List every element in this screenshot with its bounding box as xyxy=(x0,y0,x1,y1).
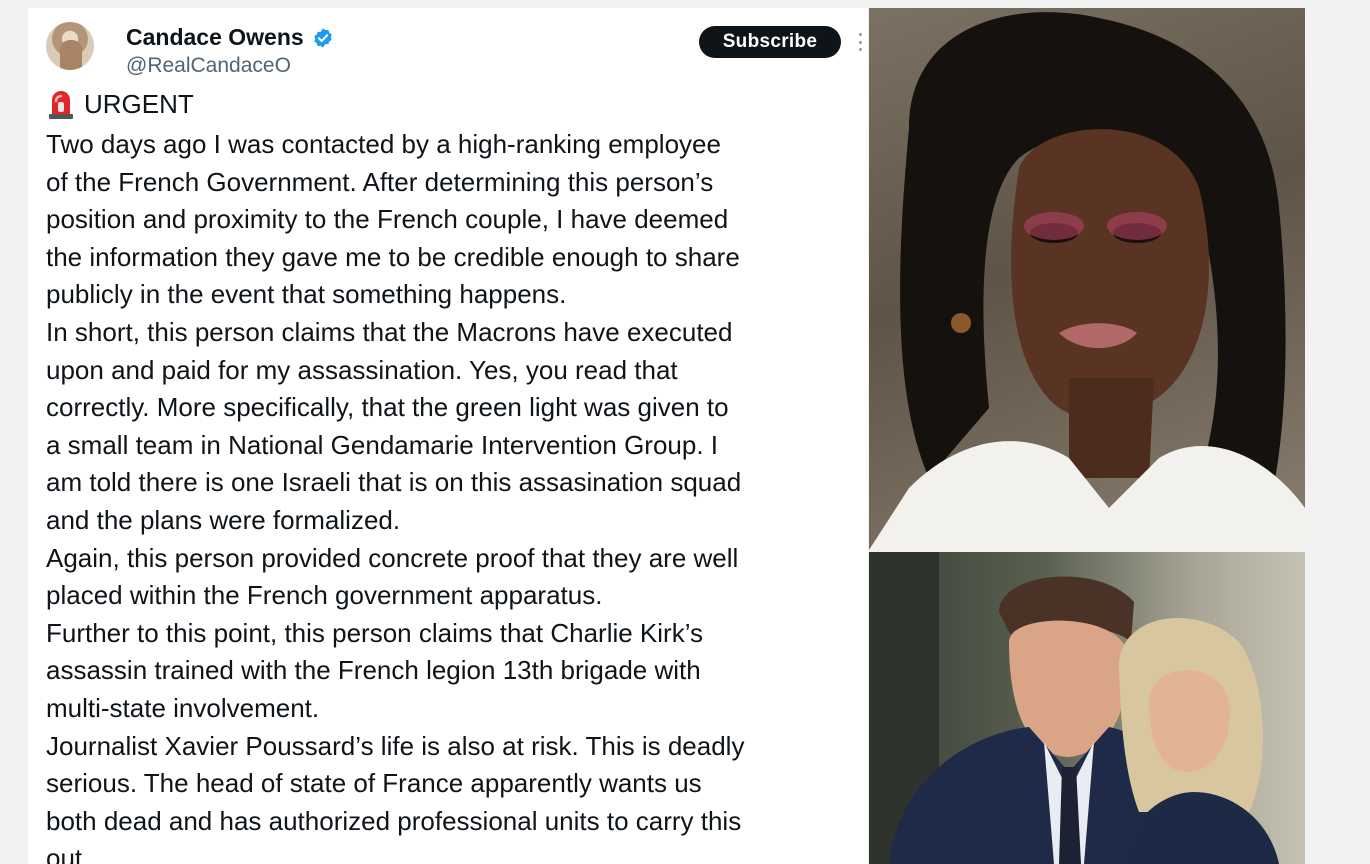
author-handle[interactable]: @RealCandaceO xyxy=(126,54,291,78)
tweet-line: Journalist Xavier Poussard’s life is als… xyxy=(46,730,745,761)
tweet-line: out. xyxy=(46,843,90,864)
tweet-line: publicly in the event that something hap… xyxy=(46,279,567,310)
tweet-line: Again, this person provided concrete pro… xyxy=(46,542,739,573)
tweet-line: assassin trained with the French legion … xyxy=(46,655,701,686)
author-avatar[interactable] xyxy=(46,22,94,70)
author-name-row[interactable]: Candace Owens xyxy=(126,24,334,51)
couple-photo xyxy=(869,552,1305,864)
subscribe-button[interactable]: Subscribe xyxy=(699,26,841,58)
tweet-line: am told there is one Israeli that is on … xyxy=(46,467,742,498)
tweet-body: Two days ago I was contacted by a high-r… xyxy=(46,126,868,864)
author-name[interactable]: Candace Owens xyxy=(126,24,304,51)
tweet-line: upon and paid for my assassination. Yes,… xyxy=(46,354,678,385)
tweet-card: Candace Owens @RealCandaceO Subscribe UR… xyxy=(28,8,868,864)
tweet-line: correctly. More specifically, that the g… xyxy=(46,392,729,423)
tweet-line: In short, this person claims that the Ma… xyxy=(46,316,733,347)
tweet-line: position and proximity to the French cou… xyxy=(46,204,729,235)
police-siren-icon xyxy=(49,91,73,119)
tweet-line: both dead and has authorized professiona… xyxy=(46,805,742,836)
headline-text: URGENT xyxy=(84,88,194,119)
portrait-illustration xyxy=(869,12,1305,550)
portrait-photo xyxy=(869,8,1305,550)
tweet-line: Two days ago I was contacted by a high-r… xyxy=(46,129,721,159)
tweet-headline: URGENT xyxy=(46,88,194,120)
tweet-line: placed within the French government appa… xyxy=(46,580,603,611)
tweet-line: of the French Government. After determin… xyxy=(46,166,714,197)
page-margin xyxy=(1305,0,1370,864)
tweet-line: Further to this point, this person claim… xyxy=(46,617,704,648)
tweet-line: multi-state involvement. xyxy=(46,692,320,723)
tweet-line: a small team in National Gendamarie Inte… xyxy=(46,429,719,460)
tweet-line: serious. The head of state of France app… xyxy=(46,768,702,799)
more-options-icon[interactable] xyxy=(854,30,866,54)
tweet-line: the information they gave me to be credi… xyxy=(46,241,740,272)
tweet-line: and the plans were formalized. xyxy=(46,504,401,535)
couple-illustration xyxy=(869,552,1279,864)
verified-badge-icon xyxy=(313,27,332,48)
